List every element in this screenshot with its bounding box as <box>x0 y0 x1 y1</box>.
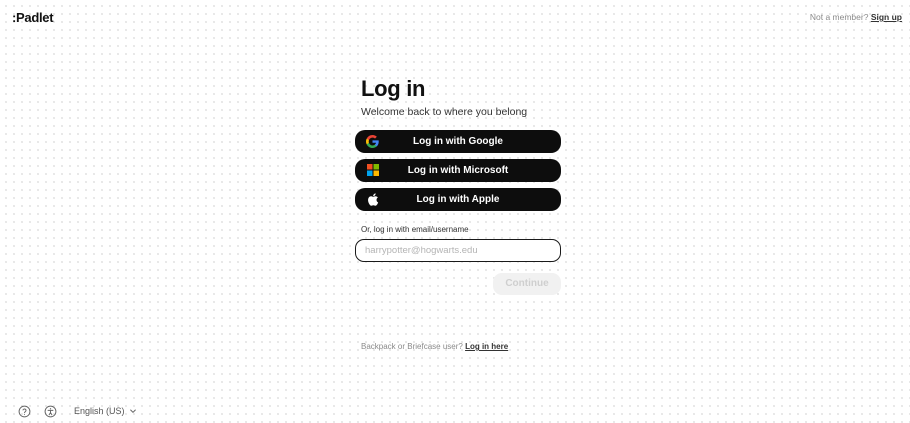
page-subtitle: Welcome back to where you belong <box>361 106 528 118</box>
google-login-button[interactable]: Log in with Google <box>355 130 561 153</box>
not-member-text: Not a member? <box>809 12 869 22</box>
apple-login-button[interactable]: Log in with Apple <box>355 188 561 211</box>
email-field-label: Or, log in with email/username <box>361 225 469 234</box>
language-selector[interactable]: English (US) <box>74 406 137 416</box>
help-circle-icon[interactable] <box>18 405 31 418</box>
signup-prompt: Not a member? Sign up <box>810 12 902 22</box>
accessibility-icon[interactable] <box>44 405 57 418</box>
microsoft-icon <box>366 164 379 177</box>
google-icon <box>366 135 379 148</box>
signup-link[interactable]: Sign up <box>871 12 902 22</box>
padlet-logo[interactable]: :Padlet <box>12 10 54 25</box>
apple-icon <box>366 193 379 206</box>
backpack-prompt: Backpack or Briefcase user? Log in here <box>361 342 508 351</box>
microsoft-login-button[interactable]: Log in with Microsoft <box>355 159 561 182</box>
login-card: Log in Welcome back to where you belong … <box>355 76 563 295</box>
continue-button[interactable]: Continue <box>493 273 561 295</box>
google-login-label: Log in with Google <box>413 136 503 147</box>
backpack-login-link[interactable]: Log in here <box>465 342 508 351</box>
microsoft-login-label: Log in with Microsoft <box>407 165 509 176</box>
apple-login-label: Log in with Apple <box>416 194 500 205</box>
email-field[interactable] <box>355 239 561 262</box>
language-label: English (US) <box>74 406 125 416</box>
backpack-text: Backpack or Briefcase user? <box>361 342 463 351</box>
chevron-down-icon <box>129 407 137 415</box>
page-title: Log in <box>361 76 426 101</box>
footer: English (US) <box>18 404 137 418</box>
